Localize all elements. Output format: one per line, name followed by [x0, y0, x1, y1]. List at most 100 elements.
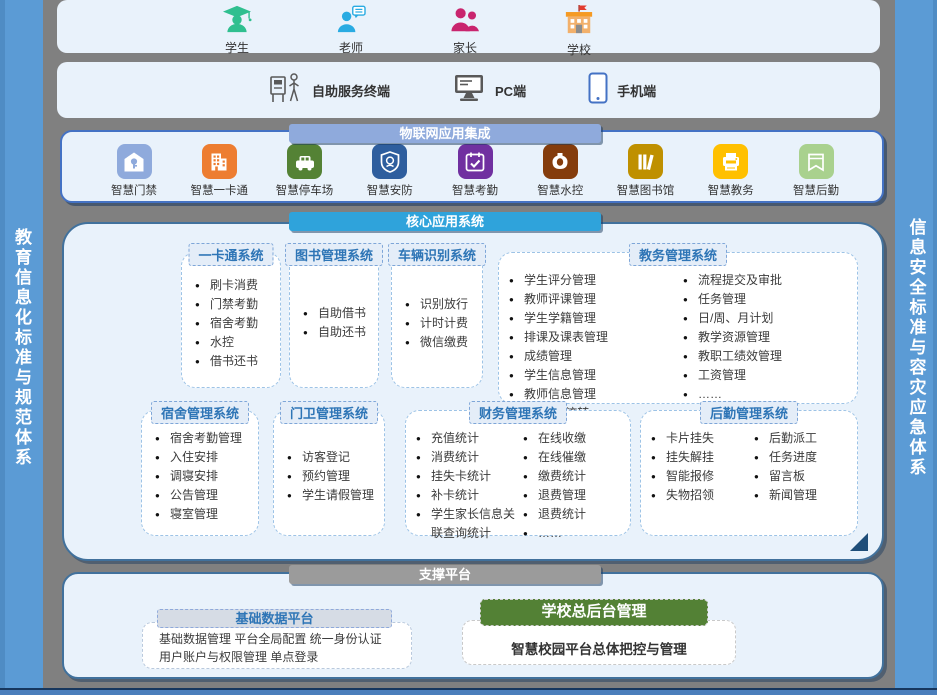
kiosk-icon [269, 72, 303, 109]
system-box: 后勤管理系统卡片挂失挂失解挂智能报修失物招领后勤派工任务进度留言板新闻管理 [640, 410, 858, 536]
feature-list: 自助借书自助还书 [303, 304, 374, 342]
academic-printer-icon [713, 144, 748, 179]
feature-item: …… [523, 524, 624, 543]
feature-item: 充值统计 [416, 429, 517, 448]
feature-list: 刷卡消费门禁考勤宿舍考勤水控借书还书 [195, 276, 276, 371]
system-box-columns: 卡片挂失挂失解挂智能报修失物招领后勤派工任务进度留言板新闻管理 [641, 411, 857, 535]
terminal-label: 手机端 [617, 81, 656, 100]
system-box: 车辆识别系统识别放行计时计费微信缴费 [391, 252, 483, 388]
parking-icon [287, 144, 322, 179]
feature-item: 微信缴费 [405, 333, 478, 352]
system-box-title: 后勤管理系统 [700, 401, 798, 424]
iot-label: 智慧后勤 [793, 182, 839, 198]
feature-item: 预约管理 [287, 467, 380, 486]
base-data-platform-box: 基础数据管理 平台全局配置 统一身份认证 用户账户与权限管理 单点登录 [142, 622, 412, 669]
feature-item: 识别放行 [405, 295, 478, 314]
iot-item: 智慧水控 [522, 144, 598, 198]
parents-icon [449, 5, 481, 38]
feature-item: 自助还书 [303, 323, 374, 342]
feature-item: 智能报修 [651, 467, 748, 486]
iot-item: 智慧考勤 [437, 144, 513, 198]
feature-item: 入住安排 [155, 448, 254, 467]
feature-item: 在线收缴 [523, 429, 624, 448]
terminals-row: 自助服务终端 PC端 手机端 [57, 62, 880, 118]
phone-icon [588, 72, 608, 109]
user-item: 学生 [205, 5, 269, 58]
feature-item: 日/周、月计划 [683, 309, 851, 328]
system-box-title: 图书管理系统 [285, 243, 383, 266]
feature-item: 寝室管理 [155, 505, 254, 524]
feature-item: 留言板 [754, 467, 851, 486]
system-box: 图书管理系统自助借书自助还书 [289, 252, 379, 388]
support-section-header: 支撑平台 [289, 565, 601, 584]
smart-campus-architecture-diagram: 教育信息化标准与规范体系 信息安全标准与容灾应急体系 学生老师家长学校 自助服务… [0, 0, 937, 695]
iot-label: 智慧安防 [367, 182, 413, 198]
iot-label: 智慧门禁 [111, 182, 157, 198]
feature-item: 成绩管理 [509, 347, 677, 366]
feature-item: 教职工绩效管理 [683, 347, 851, 366]
user-label: 学生 [225, 39, 249, 56]
system-box-title: 门卫管理系统 [280, 401, 378, 424]
system-box-body: 自助借书自助还书 [290, 253, 378, 387]
feature-item: 宿舍考勤管理 [155, 429, 254, 448]
terminal-label: 自助服务终端 [312, 81, 390, 100]
iot-label: 智慧图书馆 [617, 182, 675, 198]
feature-item: 学生家长信息关联查询统计 [416, 505, 517, 543]
base-platform-line1: 基础数据管理 平台全局配置 统一身份认证 [159, 632, 382, 646]
user-label: 学校 [567, 41, 591, 58]
iot-item: 智慧后勤 [778, 144, 854, 198]
core-systems-panel: 一卡通系统刷卡消费门禁考勤宿舍考勤水控借书还书图书管理系统自助借书自助还书车辆识… [62, 222, 884, 561]
system-box-columns: 充值统计消费统计挂失卡统计补卡统计学生家长信息关联查询统计在线收缴在线催缴缴费统… [406, 411, 630, 547]
student-icon [221, 5, 253, 38]
terminal-item: PC端 [452, 73, 526, 108]
core-section-header: 核心应用系统 [289, 212, 601, 231]
water-control-icon [543, 144, 578, 179]
iot-section-header: 物联网应用集成 [289, 124, 601, 143]
system-box-title: 宿舍管理系统 [151, 401, 249, 424]
feature-list: 卡片挂失挂失解挂智能报修失物招领 [651, 429, 748, 531]
system-box-body: 识别放行计时计费微信缴费 [392, 253, 482, 387]
users-panel: 学生老师家长学校 [57, 0, 880, 53]
feature-list: 识别放行计时计费微信缴费 [405, 295, 478, 352]
feature-item: 调寝安排 [155, 467, 254, 486]
feature-item: 学生请假管理 [287, 486, 380, 505]
feature-list: 访客登记预约管理学生请假管理 [287, 448, 380, 505]
iot-item: 智慧门禁 [96, 144, 172, 198]
feature-item: 自助借书 [303, 304, 374, 323]
school-admin-box: 智慧校园平台总体把控与管理 [462, 620, 736, 665]
support-panel: 基础数据管理 平台全局配置 统一身份认证 用户账户与权限管理 单点登录 基础数据… [62, 572, 884, 679]
iot-label: 智慧水控 [537, 182, 583, 198]
feature-item: 任务进度 [754, 448, 851, 467]
system-box-title: 教务管理系统 [629, 243, 727, 266]
base-data-platform-title: 基础数据平台 [157, 609, 392, 628]
feature-item: 缴费统计 [523, 467, 624, 486]
feature-item: 补卡统计 [416, 486, 517, 505]
feature-item: 学生学籍管理 [509, 309, 677, 328]
feature-item: 失物招领 [651, 486, 748, 505]
feature-item: 消费统计 [416, 448, 517, 467]
system-box: 财务管理系统充值统计消费统计挂失卡统计补卡统计学生家长信息关联查询统计在线收缴在… [405, 410, 631, 536]
iot-item: 智慧安防 [352, 144, 428, 198]
user-label: 老师 [339, 39, 363, 56]
onecard-icon [202, 144, 237, 179]
feature-item: 访客登记 [287, 448, 380, 467]
feature-item: 门禁考勤 [195, 295, 276, 314]
feature-item: 退费管理 [523, 486, 624, 505]
feature-item: 计时计费 [405, 314, 478, 333]
user-item: 学校 [547, 5, 611, 58]
system-box-title: 财务管理系统 [469, 401, 567, 424]
terminal-label: PC端 [495, 81, 526, 100]
iot-item: 智慧一卡通 [181, 144, 257, 198]
feature-item: 挂失解挂 [651, 448, 748, 467]
feature-list: 充值统计消费统计挂失卡统计补卡统计学生家长信息关联查询统计 [416, 429, 517, 543]
feature-item: 借书还书 [195, 352, 276, 371]
user-item: 老师 [319, 5, 383, 58]
iot-label: 智慧停车场 [276, 182, 334, 198]
feature-item: 教学资源管理 [683, 328, 851, 347]
terminals-panel: 自助服务终端 PC端 手机端 [57, 62, 880, 118]
left-standards-sidebar: 教育信息化标准与规范体系 [0, 0, 43, 695]
feature-list: 宿舍考勤管理入住安排调寝安排公告管理寝室管理 [155, 429, 254, 524]
iot-item: 智慧停车场 [267, 144, 343, 198]
feature-item: 退费统计 [523, 505, 624, 524]
iot-label: 智慧考勤 [452, 182, 498, 198]
